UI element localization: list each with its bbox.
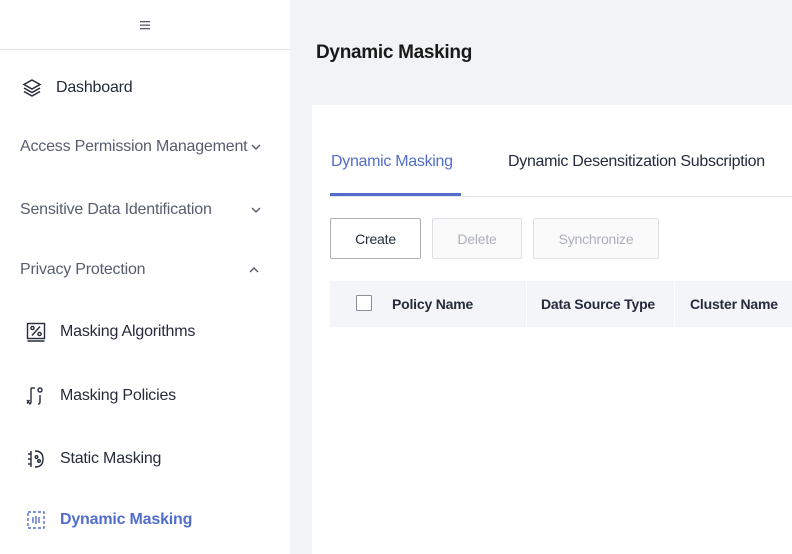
chevron-down-icon (250, 141, 262, 153)
sidebar-item-label: Static Masking (60, 450, 162, 467)
sidebar-group-access-permission[interactable]: Access Permission Management (0, 125, 290, 169)
sidebar-group-sensitive-data[interactable]: Sensitive Data Identification (0, 188, 290, 232)
column-header-policy-name[interactable]: Policy Name (392, 281, 473, 327)
create-button[interactable]: Create (330, 218, 421, 259)
column-header-cluster-name[interactable]: Cluster Name (690, 281, 778, 327)
sidebar-group-label: Sensitive Data Identification (20, 201, 212, 218)
sidebar-item-dynamic-masking[interactable]: Dynamic Masking (0, 498, 290, 542)
tab-divider (330, 196, 792, 197)
synchronize-button[interactable]: Synchronize (533, 218, 659, 259)
tab-dynamic-masking[interactable]: Dynamic Masking (331, 153, 453, 171)
sidebar-item-masking-policies[interactable]: Masking Policies (0, 374, 290, 418)
sidebar: Dashboard Access Permission Management S… (0, 0, 290, 554)
menu-collapse-button[interactable] (0, 0, 290, 50)
content-card: Dynamic Masking Dynamic Desensitization … (312, 105, 792, 554)
layers-icon (20, 76, 44, 100)
column-header-data-source-type[interactable]: Data Source Type (541, 281, 655, 327)
sidebar-item-masking-algorithms[interactable]: Masking Algorithms (0, 310, 290, 354)
sidebar-item-label: Dashboard (56, 79, 133, 96)
table-header: Policy Name Data Source Type Cluster Nam… (330, 281, 792, 327)
sidebar-item-label: Dynamic Masking (60, 511, 193, 528)
static-masking-icon (24, 447, 48, 471)
sidebar-item-dashboard[interactable]: Dashboard (0, 66, 290, 110)
tab-dynamic-desensitization-subscription[interactable]: Dynamic Desensitization Subscription (508, 153, 765, 171)
active-tab-indicator (330, 193, 461, 196)
sidebar-group-label: Access Permission Management (20, 138, 248, 155)
percent-box-icon (24, 320, 48, 344)
chevron-up-icon (248, 264, 260, 276)
sidebar-item-static-masking[interactable]: Static Masking (0, 437, 290, 481)
page-title: Dynamic Masking (316, 42, 472, 63)
hamburger-icon (140, 20, 150, 29)
sidebar-group-label: Privacy Protection (20, 261, 146, 278)
policy-icon (24, 384, 48, 408)
sidebar-item-label: Masking Policies (60, 387, 176, 404)
sidebar-item-label: Masking Algorithms (60, 323, 196, 340)
dynamic-masking-icon (24, 508, 48, 532)
sidebar-group-privacy-protection[interactable]: Privacy Protection (0, 248, 290, 292)
column-divider (674, 281, 675, 327)
column-divider (526, 281, 527, 327)
select-all-checkbox[interactable] (356, 295, 372, 311)
chevron-down-icon (250, 204, 262, 216)
delete-button[interactable]: Delete (432, 218, 522, 259)
